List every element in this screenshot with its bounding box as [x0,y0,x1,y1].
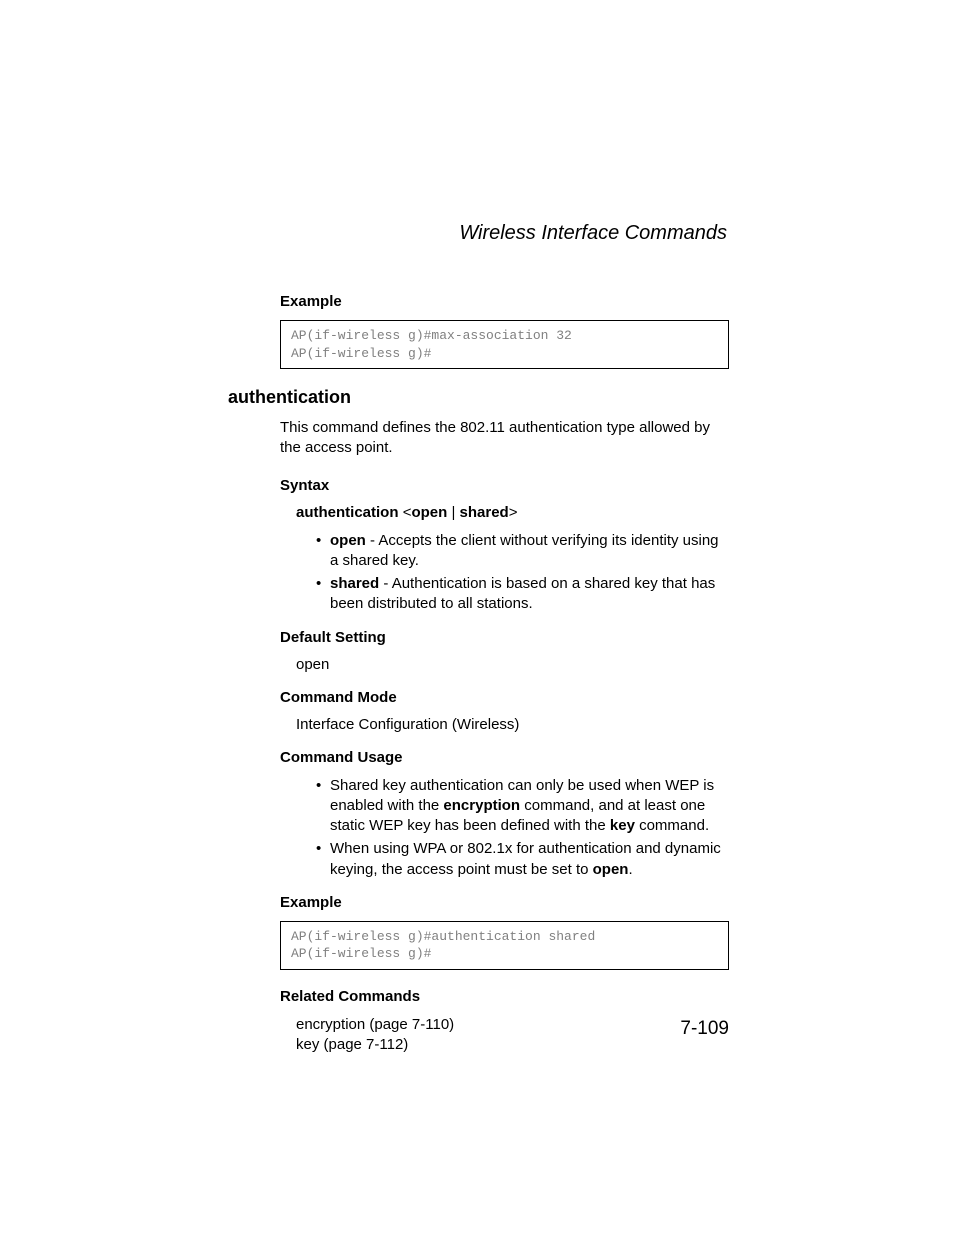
syntax-prefix: authentication [296,504,399,521]
syntax-option-shared: shared - Authentication is based on a sh… [316,574,729,615]
cu1-e: command. [635,817,709,834]
syntax-gt: > [509,504,518,521]
syntax-option-open: open - Accepts the client without verify… [316,531,729,572]
cu1-d: key [610,817,635,834]
related-commands-list: encryption (page 7-110) key (page 7-112) [296,1015,729,1056]
cu2-c: . [628,861,632,878]
example1-label: Example [280,293,729,310]
syntax-option-shared-label: shared [330,575,379,592]
syntax-opt2: shared [460,504,509,521]
command-usage-item-1: Shared key authentication can only be us… [316,776,729,837]
example1-code: AP(if-wireless g)#max-association 32 AP(… [280,320,729,369]
cu2-b: open [593,861,629,878]
related-commands-label: Related Commands [280,988,729,1005]
command-usage-label: Command Usage [280,749,729,766]
syntax-opt1: open [411,504,447,521]
syntax-label: Syntax [280,477,729,494]
syntax-option-open-label: open [330,532,366,549]
command-mode-label: Command Mode [280,689,729,706]
syntax-options-list: open - Accepts the client without verify… [316,531,729,615]
default-setting-label: Default Setting [280,629,729,646]
page-number: 7-109 [680,1018,729,1040]
command-heading: authentication [228,387,729,408]
command-mode-value: Interface Configuration (Wireless) [296,716,729,733]
syntax-option-open-desc: - Accepts the client without verifying i… [330,532,719,569]
example2-code: AP(if-wireless g)#authentication shared … [280,921,729,970]
syntax-sep: | [447,504,459,521]
example2-label: Example [280,894,729,911]
default-setting-value: open [296,656,729,673]
related-line-1: encryption (page 7-110) [296,1015,729,1035]
related-line-2: key (page 7-112) [296,1035,729,1055]
syntax-line: authentication <open | shared> [296,504,729,521]
syntax-option-shared-desc: - Authentication is based on a shared ke… [330,575,715,612]
command-usage-list: Shared key authentication can only be us… [316,776,729,880]
cu1-b: encryption [443,797,520,814]
page-header-title: Wireless Interface Commands [228,222,727,245]
command-description: This command defines the 802.11 authenti… [280,418,729,459]
command-usage-item-2: When using WPA or 802.1x for authenticat… [316,839,729,880]
cu2-a: When using WPA or 802.1x for authenticat… [330,840,721,877]
